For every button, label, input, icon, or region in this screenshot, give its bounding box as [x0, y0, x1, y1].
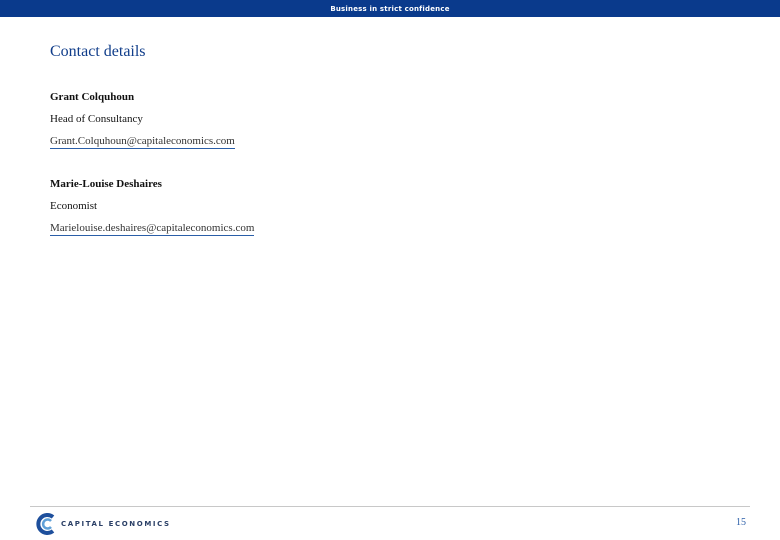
contact-name: Marie-Louise Deshaires [50, 178, 162, 190]
contact-email-link[interactable]: Grant.Colquhoun@capitaleconomics.com [50, 134, 235, 149]
confidentiality-notice: Business in strict confidence [330, 4, 450, 13]
footer-divider [30, 506, 750, 507]
contact-card-2: Marie-Louise Deshaires Economist Marielo… [50, 177, 255, 236]
logo-wordmark: CAPITAL ECONOMICS [61, 520, 171, 528]
contact-role: Head of Consultancy [50, 113, 143, 125]
contact-name: Grant Colquhoun [50, 91, 135, 103]
page-title: Contact details [50, 43, 146, 60]
capital-economics-logo-icon [36, 513, 55, 535]
contact-role: Economist [50, 200, 98, 212]
company-logo: CAPITAL ECONOMICS [36, 512, 171, 536]
contact-email-link[interactable]: Marielouise.deshaires@capitaleconomics.c… [50, 221, 255, 236]
page-number: 15 [736, 517, 746, 528]
contact-card-1: Grant Colquhoun Head of Consultancy Gran… [50, 90, 235, 149]
header-bar: Business in strict confidence [0, 0, 780, 17]
